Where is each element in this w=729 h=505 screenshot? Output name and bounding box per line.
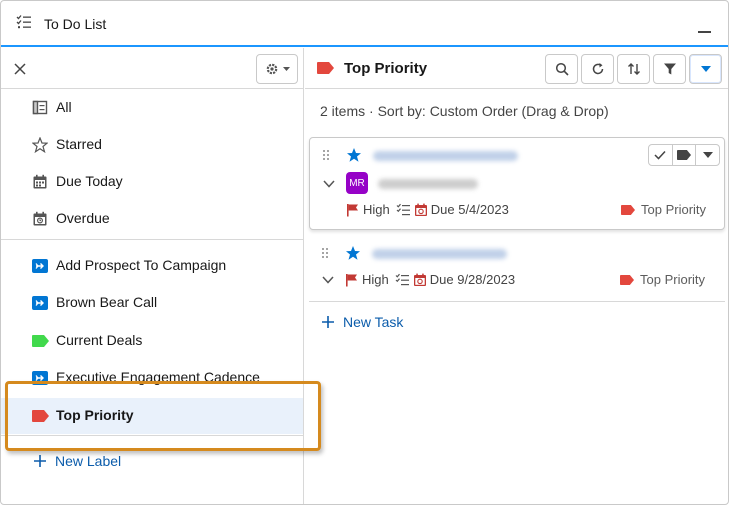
complete-button[interactable] — [649, 145, 673, 165]
cadence-icon — [32, 296, 48, 310]
task-meta: High Due 9/28/2023 — [345, 272, 515, 287]
checklist-icon — [395, 273, 409, 285]
list-summary: 2 items · Sort by: Custom Order (Drag & … — [320, 103, 609, 119]
list-header: Top Priority — [305, 48, 728, 89]
drag-handle-icon[interactable] — [321, 247, 329, 259]
avatar: MR — [346, 172, 368, 194]
sidebar-item-due-today[interactable]: Due Today — [1, 164, 303, 200]
divider — [1, 239, 303, 240]
task-label-text: Top Priority — [640, 272, 706, 287]
search-icon — [555, 62, 569, 76]
list-view-icon — [32, 100, 48, 115]
calendar-alert-icon — [414, 203, 427, 216]
sidebar-item-brown-bear-call[interactable]: Brown Bear Call — [1, 285, 303, 321]
sort-icon — [627, 63, 640, 75]
sidebar-item-overdue[interactable]: Overdue — [1, 201, 303, 237]
priority-text: High — [363, 202, 390, 217]
task-item[interactable]: High Due 9/28/2023 Top Priority — [309, 238, 725, 302]
sidebar-item-label: Due Today — [56, 173, 123, 189]
task-meta: High Due 5/4/2023 — [346, 202, 509, 217]
minimize-button[interactable] — [698, 31, 711, 33]
sidebar-item-label: Starred — [56, 136, 102, 152]
sidebar: All Starred Due Today Overdue Add Prospe… — [1, 48, 304, 504]
flag-icon — [346, 273, 357, 286]
sidebar-item-label: Top Priority — [56, 407, 134, 423]
calendar-alert-icon — [33, 211, 47, 226]
sidebar-header — [1, 48, 303, 89]
todo-panel: To Do List All Starred Due Today Overdue… — [0, 0, 729, 505]
tag-icon — [32, 410, 49, 422]
task-list-panel: Top Priority 2 items · Sort by: Custom O… — [305, 48, 728, 504]
sidebar-item-label: Current Deals — [56, 332, 143, 348]
task-actions — [648, 144, 720, 166]
check-icon — [654, 150, 666, 160]
sidebar-item-label: Overdue — [56, 210, 110, 226]
calendar-alert-icon — [413, 273, 426, 286]
sidebar-item-label: Executive Engagement Cadence — [56, 369, 260, 385]
task-label[interactable]: Top Priority — [620, 272, 705, 287]
search-button[interactable] — [545, 54, 578, 84]
sidebar-item-add-prospect-to-campaign[interactable]: Add Prospect To Campaign — [1, 248, 303, 284]
task-label-text: Top Priority — [641, 202, 707, 217]
star-icon[interactable] — [346, 147, 362, 163]
list-title: Top Priority — [344, 60, 428, 77]
sort-button[interactable] — [617, 54, 650, 84]
more-options-button[interactable] — [689, 54, 722, 84]
sidebar-item-label: Add Prospect To Campaign — [56, 257, 227, 273]
tag-icon — [620, 274, 634, 285]
plus-icon — [34, 455, 46, 467]
task-label[interactable]: Top Priority — [621, 202, 706, 217]
new-task-text: New Task — [343, 314, 404, 330]
drag-handle-icon[interactable] — [322, 149, 330, 161]
label-button[interactable] — [673, 145, 697, 165]
sidebar-item-label: Brown Bear Call — [56, 294, 158, 310]
refresh-button[interactable] — [581, 54, 614, 84]
chevron-down-icon — [702, 151, 713, 158]
filter-button[interactable] — [653, 54, 686, 84]
filter-icon — [663, 63, 676, 75]
sidebar-item-current-deals[interactable]: Current Deals — [1, 323, 303, 359]
due-date-text: Due 5/4/2023 — [430, 202, 509, 217]
task-item[interactable]: MR High Due 5/4/2023 Top Priority — [309, 137, 725, 230]
due-date-text: Due 9/28/2023 — [429, 272, 516, 287]
flag-icon — [347, 203, 358, 216]
refresh-icon — [592, 63, 603, 75]
star-icon[interactable] — [345, 245, 361, 261]
star-icon — [32, 137, 48, 153]
sidebar-item-top-priority[interactable]: Top Priority — [1, 398, 303, 434]
task-subject-redacted[interactable] — [372, 249, 507, 259]
gear-icon — [266, 63, 277, 75]
checklist-icon — [396, 203, 410, 215]
plus-icon — [322, 316, 334, 328]
task-subject-redacted[interactable] — [373, 151, 518, 161]
new-label-text: New Label — [55, 453, 122, 469]
chevron-down-icon — [700, 65, 711, 72]
divider — [1, 435, 303, 436]
checklist-icon — [16, 15, 31, 29]
priority-text: High — [362, 272, 389, 287]
tag-icon — [621, 204, 635, 215]
calendar-icon — [33, 174, 47, 189]
tag-icon — [677, 150, 691, 160]
new-label-button[interactable]: New Label — [33, 453, 121, 469]
window-title: To Do List — [44, 16, 107, 32]
tag-icon — [32, 335, 49, 347]
chevron-down-icon — [282, 66, 290, 71]
sidebar-item-starred[interactable]: Starred — [1, 127, 303, 163]
tag-icon — [317, 62, 334, 74]
cadence-icon — [32, 259, 48, 273]
cadence-icon — [32, 371, 48, 385]
new-task-button[interactable]: New Task — [321, 314, 403, 330]
chevron-down-icon[interactable] — [322, 276, 334, 284]
task-menu-button[interactable] — [696, 145, 719, 165]
sidebar-item-executive-engagement-cadence[interactable]: Executive Engagement Cadence — [1, 360, 303, 396]
chevron-down-icon[interactable] — [323, 180, 335, 188]
sidebar-item-all[interactable]: All — [1, 90, 303, 126]
title-bar: To Do List — [1, 1, 728, 47]
sidebar-item-label: All — [56, 99, 72, 115]
related-record-redacted[interactable] — [378, 179, 478, 189]
settings-button[interactable] — [256, 54, 298, 84]
close-icon[interactable] — [13, 62, 27, 76]
